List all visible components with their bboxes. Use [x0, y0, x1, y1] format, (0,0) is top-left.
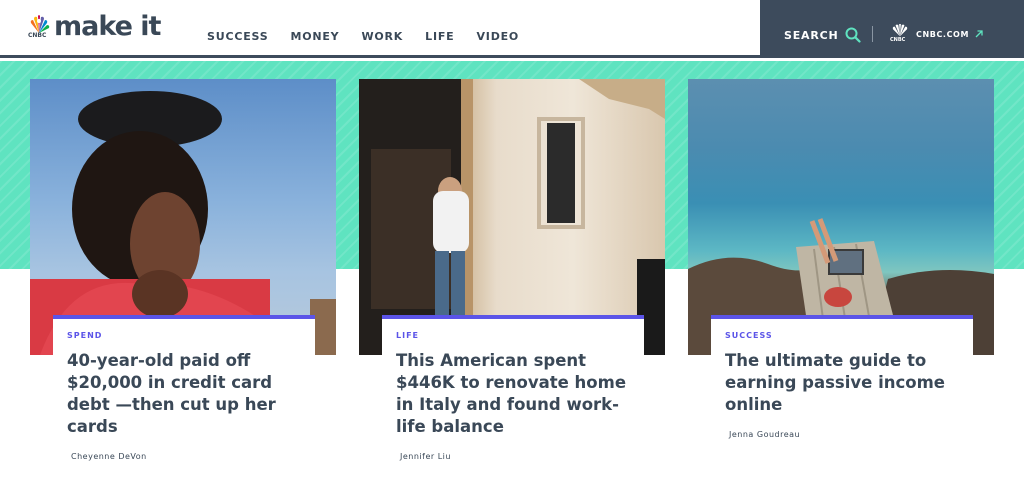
main-nav: SUCCESS MONEY WORK LIFE VIDEO: [207, 30, 519, 43]
article-title[interactable]: The ultimate guide to earning passive in…: [725, 350, 959, 416]
article-author[interactable]: Jennifer Liu: [400, 452, 630, 461]
article-category[interactable]: SUCCESS: [725, 331, 959, 340]
article-image[interactable]: [688, 79, 994, 355]
cnbc-peacock-icon: CNBC: [890, 23, 910, 44]
cnbc-com-link[interactable]: CNBC CNBC.COM: [890, 23, 983, 44]
article-author[interactable]: Jenna Goudreau: [729, 430, 959, 439]
article-image[interactable]: [359, 79, 665, 355]
make-it-logo[interactable]: CNBC make it: [28, 11, 161, 42]
search-icon: [845, 27, 861, 43]
article-card-body: SPEND 40-year-old paid off $20,000 in cr…: [53, 315, 315, 461]
article-image[interactable]: [30, 79, 336, 355]
article-card-body: LIFE This American spent $446K to renova…: [382, 315, 644, 461]
woman-in-doorway-photo: [359, 79, 665, 355]
article-author[interactable]: Cheyenne DeVon: [71, 452, 301, 461]
article-title[interactable]: 40-year-old paid off $20,000 in credit c…: [67, 350, 301, 438]
cnbc-mini-text: CNBC: [890, 37, 906, 43]
article-card-body: SUCCESS The ultimate guide to earning pa…: [711, 315, 973, 439]
site-header: CNBC make it SUCCESS MONEY WORK LIFE VID…: [0, 0, 1024, 58]
cnbc-link-text: CNBC.COM: [916, 29, 970, 39]
external-arrow-icon: [975, 30, 983, 38]
nav-success[interactable]: SUCCESS: [207, 30, 268, 43]
article-title[interactable]: This American spent $446K to renovate ho…: [396, 350, 630, 438]
nav-life[interactable]: LIFE: [425, 30, 454, 43]
search-label: SEARCH: [784, 28, 839, 42]
header-divider: [872, 26, 873, 42]
nav-work[interactable]: WORK: [361, 30, 403, 43]
woman-in-red-photo: [30, 91, 336, 355]
search-button[interactable]: SEARCH: [784, 27, 861, 43]
nav-video[interactable]: VIDEO: [476, 30, 519, 43]
logo-text: make it: [54, 11, 161, 42]
nav-money[interactable]: MONEY: [290, 30, 339, 43]
cnbc-mini-label: CNBC: [28, 32, 47, 39]
article-category[interactable]: LIFE: [396, 331, 630, 340]
header-utility: SEARCH CNBC CNBC.COM: [760, 0, 1024, 58]
ocean-laptop-photo: [688, 218, 994, 355]
article-category[interactable]: SPEND: [67, 331, 301, 340]
